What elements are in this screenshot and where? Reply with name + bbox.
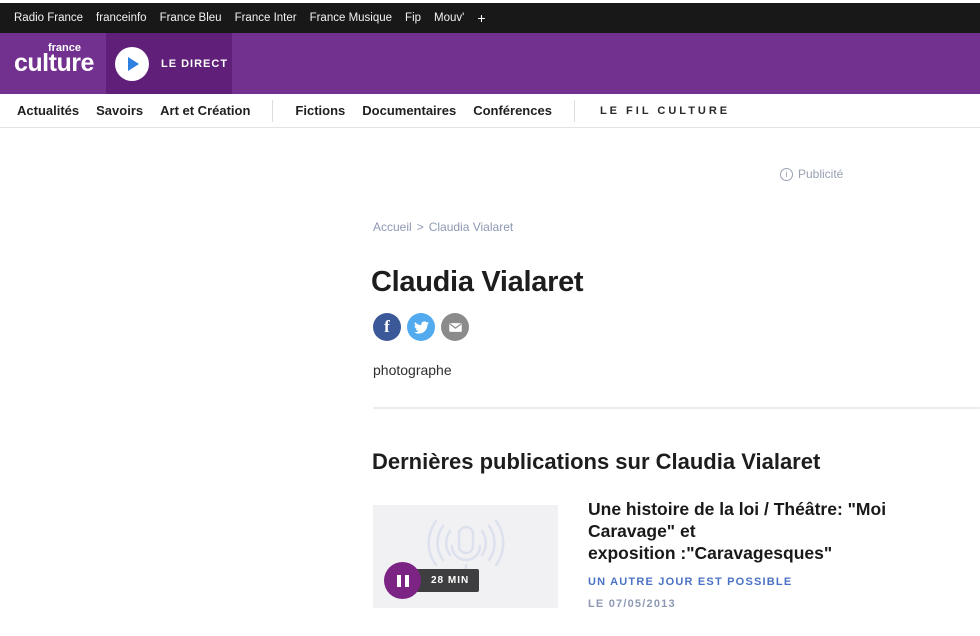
nav-item-actualites[interactable]: Actualités xyxy=(17,103,79,118)
network-link-radio-france[interactable]: Radio France xyxy=(14,12,83,24)
network-link-france-bleu[interactable]: France Bleu xyxy=(160,12,222,24)
twitter-share-button[interactable] xyxy=(407,313,435,341)
page-title: Claudia Vialaret xyxy=(371,266,583,299)
site-header: france culture LE DIRECT xyxy=(0,33,980,94)
live-label: LE DIRECT xyxy=(161,58,228,70)
nav-divider xyxy=(272,100,273,122)
nav-divider xyxy=(574,100,575,122)
pause-button[interactable] xyxy=(384,562,421,599)
show-name-link[interactable]: UN AUTRE JOUR EST POSSIBLE xyxy=(588,576,978,588)
nav-item-le-fil-culture[interactable]: LE FIL CULTURE xyxy=(600,105,730,117)
radio-france-network-bar: Radio France franceinfo France Bleu Fran… xyxy=(0,3,980,33)
main-navigation: Actualités Savoirs Art et Création Ficti… xyxy=(0,94,980,128)
live-stream-button[interactable]: LE DIRECT xyxy=(106,33,232,94)
play-icon xyxy=(115,47,149,81)
email-icon xyxy=(448,320,463,335)
nav-item-art-et-creation[interactable]: Art et Création xyxy=(160,103,250,118)
social-share-bar: f xyxy=(373,313,469,341)
article-title-link[interactable]: Une histoire de la loi / Théâtre: "Moi C… xyxy=(588,499,978,565)
profile-role: photographe xyxy=(373,362,452,378)
publications-heading: Dernières publications sur Claudia Viala… xyxy=(372,449,820,475)
network-link-france-musique[interactable]: France Musique xyxy=(310,12,392,24)
nav-item-fictions[interactable]: Fictions xyxy=(295,103,345,118)
podcast-thumbnail[interactable]: 28 MIN xyxy=(373,505,558,608)
ad-label: Publicité xyxy=(780,167,843,181)
nav-item-documentaires[interactable]: Documentaires xyxy=(362,103,456,118)
breadcrumb-separator: > xyxy=(417,220,424,234)
info-circle-icon xyxy=(780,168,793,181)
network-link-franceinfo[interactable]: franceinfo xyxy=(96,12,147,24)
network-link-fip[interactable]: Fip xyxy=(405,12,421,24)
breadcrumb-current: Claudia Vialaret xyxy=(429,220,514,234)
nav-item-conferences[interactable]: Conférences xyxy=(473,103,552,118)
france-culture-logo[interactable]: france culture xyxy=(14,42,82,78)
nav-item-savoirs[interactable]: Savoirs xyxy=(96,103,143,118)
breadcrumb-home-link[interactable]: Accueil xyxy=(373,220,412,234)
network-link-mouv[interactable]: Mouv' xyxy=(434,12,464,24)
ad-label-text: Publicité xyxy=(798,167,843,181)
article-date: LE 07/05/2013 xyxy=(588,598,978,610)
facebook-icon: f xyxy=(384,317,390,337)
facebook-share-button[interactable]: f xyxy=(373,313,401,341)
section-divider xyxy=(373,407,980,409)
article-summary: Une histoire de la loi / Théâtre: "Moi C… xyxy=(588,499,978,610)
logo-text-culture: culture xyxy=(14,49,82,78)
network-link-france-inter[interactable]: France Inter xyxy=(235,12,297,24)
pause-icon xyxy=(397,575,401,587)
duration-text: 28 MIN xyxy=(431,575,469,586)
duration-badge: 28 MIN xyxy=(415,569,479,592)
email-share-button[interactable] xyxy=(441,313,469,341)
twitter-icon xyxy=(414,320,429,335)
network-more-button[interactable]: + xyxy=(477,10,485,26)
breadcrumb: Accueil > Claudia Vialaret xyxy=(373,220,513,234)
